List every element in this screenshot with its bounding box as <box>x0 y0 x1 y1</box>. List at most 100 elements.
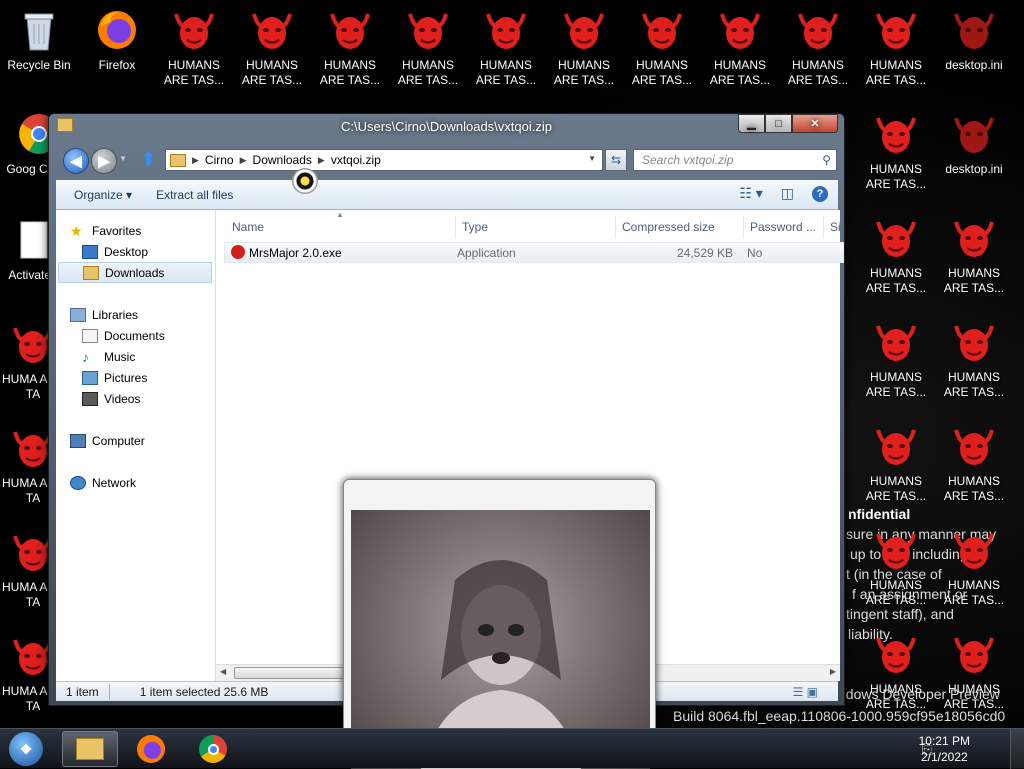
nav-pictures[interactable]: Pictures <box>82 367 238 388</box>
column-header-type[interactable]: Type <box>456 216 616 238</box>
desktop-icon-humans[interactable]: HUMANS ARE TAS... <box>857 6 935 88</box>
desktop-icon-humans[interactable]: HUMANS ARE TAS... <box>155 6 233 88</box>
demon-face-icon <box>876 533 916 569</box>
taskbar: ❖ ⎘ 10:21 PM 2/1/2022 <box>0 728 1024 769</box>
desktop-icon-humans[interactable]: HUMANS ARE TAS... <box>857 422 935 504</box>
desktop-icon-firefox[interactable]: Firefox <box>78 6 156 73</box>
taskbar-chrome[interactable] <box>186 731 240 767</box>
refresh-button[interactable]: ⇆ <box>605 149 627 171</box>
maximize-icon: □ <box>775 117 782 130</box>
desktop-icon-humans[interactable]: HUMANS ARE TAS... <box>857 526 935 608</box>
show-desktop-button[interactable] <box>1010 729 1024 769</box>
start-button[interactable]: ❖ <box>0 731 52 767</box>
file-type: Application <box>457 246 516 260</box>
firefox-icon <box>98 11 136 49</box>
nav-downloads[interactable]: Downloads <box>58 262 212 283</box>
desktop-icon-humans[interactable]: HUMANS ARE TAS... <box>857 214 935 296</box>
minimize-button[interactable]: ▁ <box>738 114 765 133</box>
nav-videos[interactable]: Videos <box>82 388 238 409</box>
desktop-icon-humans[interactable]: HUMANS ARE TAS... <box>935 526 1013 608</box>
desktop-icon-humans[interactable]: HUMANS ARE TAS... <box>623 6 701 88</box>
desktop-icon <box>82 244 98 259</box>
chevron-right-icon: ▶ <box>239 154 247 165</box>
column-header-size[interactable]: Si <box>824 216 841 238</box>
demon-face-icon <box>876 637 916 673</box>
preview-pane-icon[interactable]: ◫ <box>781 185 794 202</box>
desktop-icon-desktop-ini[interactable]: desktop.ini <box>935 110 1013 177</box>
up-folder-icon[interactable]: ⬆ <box>141 149 156 170</box>
desktop-icon-humans[interactable]: HUMANS ARE TAS... <box>857 318 935 400</box>
breadcrumb-segment[interactable]: Cirno <box>199 153 240 167</box>
window-title: C:\Users\Cirno\Downloads\vxtqoi.zip <box>341 119 552 134</box>
desktop-icon-recycle-bin[interactable]: Recycle Bin <box>0 6 78 73</box>
demon-face-icon <box>564 13 604 49</box>
address-bar[interactable]: ▶ Cirno ▶ Downloads ▶ vxtqoi.zip ▼ <box>165 149 603 171</box>
taskbar-explorer[interactable] <box>62 731 118 767</box>
help-icon[interactable]: ? <box>812 185 828 202</box>
arrow-right-icon: ▶ <box>98 153 110 170</box>
table-row[interactable]: MrsMajor 2.0.exe Application 24,529 KB N… <box>224 242 844 263</box>
demon-face-icon <box>954 429 994 465</box>
chevron-down-icon[interactable]: ▼ <box>119 154 127 163</box>
minimize-icon: ▁ <box>747 117 756 130</box>
demon-face-icon <box>798 13 838 49</box>
organize-button[interactable]: Organize ▾ <box>66 188 140 202</box>
desktop-icon-humans[interactable]: HUMANS ARE TAS... <box>935 214 1013 296</box>
nav-computer[interactable]: Computer <box>70 430 226 451</box>
breadcrumb-segment[interactable]: vxtqoi.zip <box>325 153 387 167</box>
close-button[interactable]: ✕ <box>792 114 838 133</box>
desktop-icon-humans[interactable]: HUMANS ARE TAS... <box>467 6 545 88</box>
demon-face-icon <box>330 13 370 49</box>
desktop-icon-desktop-ini[interactable]: desktop.ini <box>935 6 1013 73</box>
bg-text-line: ndows Developer Preview <box>838 686 1000 702</box>
network-icon <box>70 475 86 490</box>
chevron-down-icon[interactable]: ▼ <box>588 154 596 163</box>
scrollbar-thumb[interactable] <box>234 667 354 679</box>
nav-documents[interactable]: Documents <box>82 325 238 346</box>
clock[interactable]: 10:21 PM 2/1/2022 <box>919 733 970 765</box>
forward-button[interactable]: ▶ <box>91 148 117 174</box>
navigation-pane: ★ Favorites Desktop Downloads Libraries D… <box>56 210 216 681</box>
breadcrumb-segment[interactable]: Downloads <box>247 153 318 167</box>
desktop-icon-humans[interactable]: HUMANS ARE TAS... <box>311 6 389 88</box>
column-header-compressed-size[interactable]: Compressed size <box>616 216 744 238</box>
nav-network[interactable]: Network <box>70 472 226 493</box>
command-bar: Organize ▾ Extract all files ☷ ▾ ◫ ? <box>56 180 838 210</box>
file-password: No <box>747 246 763 260</box>
eye-icon <box>292 168 318 194</box>
maximize-button[interactable]: □ <box>765 114 792 133</box>
desktop-icon-humans[interactable]: HUMANS ARE TAS... <box>233 6 311 88</box>
demon-face-icon <box>486 13 526 49</box>
desktop-icon-humans[interactable]: HUMANS ARE TAS... <box>857 110 935 192</box>
clock-time: 10:21 PM <box>918 734 970 748</box>
desktop-icon-humans[interactable]: HUMANS ARE TAS... <box>389 6 467 88</box>
column-header-password[interactable]: Password ... <box>744 216 824 238</box>
desktop-icon-humans[interactable]: HUMANS ARE TAS... <box>779 6 857 88</box>
desktop-icon-humans[interactable]: HUMANS ARE TAS... <box>701 6 779 88</box>
scroll-right-icon[interactable]: ▶ <box>830 667 836 676</box>
demon-face-icon <box>876 221 916 257</box>
nav-favorites[interactable]: ★ Favorites <box>70 220 226 241</box>
back-button[interactable]: ◀ <box>63 148 89 174</box>
view-toggle-icons[interactable]: ☰ ▣ <box>783 685 828 699</box>
folder-icon <box>76 738 104 760</box>
search-input[interactable]: Search vxtqoi.zip ⚲ <box>633 149 837 171</box>
search-icon: ⚲ <box>822 153 831 167</box>
window-titlebar[interactable]: C:\Users\Cirno\Downloads\vxtqoi.zip ▁ □ … <box>49 114 844 142</box>
desktop-icon-humans[interactable]: HUMANS ARE TAS... <box>935 422 1013 504</box>
extract-all-button[interactable]: Extract all files <box>148 188 241 202</box>
firefox-icon <box>137 735 165 763</box>
image-popup-window[interactable] <box>343 479 656 769</box>
nav-music[interactable]: ♪ Music <box>82 346 238 367</box>
desktop-icon-humans[interactable]: HUMANS ARE TAS... <box>935 318 1013 400</box>
view-options-icon[interactable]: ☷ ▾ <box>739 185 762 202</box>
demon-face-icon <box>720 13 760 49</box>
folder-icon <box>170 153 186 167</box>
nav-desktop[interactable]: Desktop <box>82 241 238 262</box>
nav-libraries[interactable]: Libraries <box>70 304 226 325</box>
scroll-left-icon[interactable]: ◀ <box>220 667 226 676</box>
desktop-icon-humans[interactable]: HUMANS ARE TAS... <box>545 6 623 88</box>
demon-face-icon <box>954 637 994 673</box>
column-header-name[interactable]: Name <box>226 216 456 238</box>
taskbar-firefox[interactable] <box>124 731 178 767</box>
